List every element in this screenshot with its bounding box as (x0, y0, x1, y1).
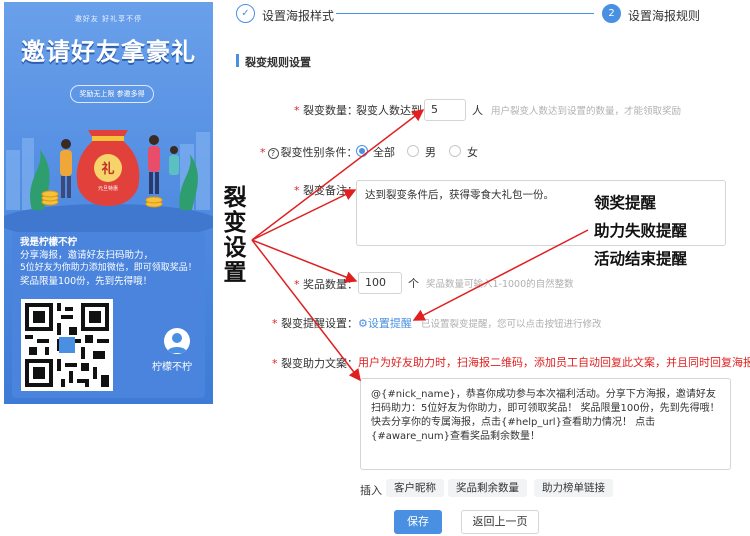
bag-char: 礼 (101, 161, 114, 177)
step-label-2[interactable]: 设置海报规则 (628, 7, 700, 24)
remark-label: * 裂变备注： (294, 184, 358, 197)
callout-claim-reminder: 领奖提醒 (594, 194, 657, 212)
help-text-note: 用户为好友助力时，扫海报二维码，添加员工自动回复此文案，并且同时回复海报 (358, 356, 750, 369)
reminder-hint: 已设置裂变提醒，您可以点击按钮进行修改 (421, 319, 602, 330)
fission-count-prefix: 裂变人数达到 (356, 104, 422, 117)
help-text-textarea[interactable]: @{#nick_name}，恭喜你成功参与本次福利活动。分享下方海报，邀请好友扫… (360, 378, 731, 470)
poster-desc-line: 奖品限量100份，先到先得哦！ (20, 276, 153, 287)
step-2-icon: 2 (602, 4, 621, 23)
help-text-label: * 裂变助力文案： (272, 357, 358, 370)
gender-radio-all[interactable] (356, 145, 368, 157)
poster-nickname: 柠檬不柠 (152, 362, 192, 373)
poster-illustration: 礼 元旦特惠 (4, 130, 213, 232)
back-button[interactable]: 返回上一页 (461, 510, 539, 534)
insert-tag-leaderboard-link[interactable]: 助力榜单链接 (534, 479, 613, 497)
prize-count-input[interactable]: 100 (358, 272, 402, 294)
poster-preview: 邀好友 好礼享不停 邀请好友拿豪礼 奖励无上限 参邀多得 礼 元旦特惠 我是柠檬… (4, 2, 213, 404)
poster-desc-line: 5位好友为你助力添加微信，即可领取奖品！ (20, 263, 197, 273)
section-marker (236, 54, 239, 67)
step-indicator: ✓ 设置海报样式 2 设置海报规则 (236, 3, 706, 27)
callout-event-end-reminder: 活动结束提醒 (594, 250, 688, 268)
qr-code (21, 299, 113, 391)
prize-count-label: * 奖品数量： (294, 278, 358, 291)
poster-desc-line: 我是柠檬不柠 (20, 237, 78, 248)
callout-assist-fail-reminder: 助力失败提醒 (594, 222, 688, 240)
fission-count-hint: 用户裂变人数达到设置的数量，才能领取奖励 (491, 106, 682, 117)
prize-count-hint: 奖品数量可输入1-1000的自然整数 (426, 279, 574, 290)
fission-count-unit: 人 (472, 104, 483, 117)
poster-headline: 邀请好友拿豪礼 (21, 38, 196, 66)
user-icon (167, 333, 187, 353)
step-label-1[interactable]: 设置海报样式 (262, 7, 334, 24)
avatar (164, 328, 190, 354)
insert-tag-nickname[interactable]: 客户昵称 (386, 479, 444, 497)
arrow-to-prize-count (251, 239, 358, 283)
step-done-icon: ✓ (236, 4, 255, 23)
gender-option-male: 男 (425, 146, 436, 159)
save-button[interactable]: 保存 (394, 510, 442, 534)
settings-icon: ⚙ (358, 317, 368, 330)
gender-option-all: 全部 (373, 146, 395, 159)
prize-count-unit: 个 (408, 277, 419, 290)
gender-radio-female[interactable] (449, 145, 461, 157)
poster-tagline: 邀好友 好礼享不停 (74, 15, 143, 23)
poster-pill: 奖励无上限 参邀多得 (70, 85, 154, 103)
annotation-big-label: 裂变设置 (223, 185, 247, 286)
poster-description: 我是柠檬不柠 分享海报，邀请好友扫码助力， 5位好友为你助力添加微信，即可领取奖… (20, 236, 205, 288)
fission-count-label: * 裂变数量： (294, 104, 358, 117)
set-reminder-link[interactable]: ⚙设置提醒 (358, 315, 412, 331)
section-title: 裂变规则设置 (245, 56, 311, 69)
help-icon[interactable]: ? (267, 148, 279, 159)
step-connector (336, 13, 594, 14)
gender-radio-male[interactable] (407, 145, 419, 157)
qr-code-pattern (25, 303, 109, 387)
insert-label: 插入 (360, 484, 382, 497)
poster-desc-line: 分享海报，邀请好友扫码助力， (20, 250, 154, 261)
bag-sub: 元旦特惠 (98, 185, 118, 192)
reminder-label: * 裂变提醒设置： (272, 317, 358, 330)
insert-tag-prize-remaining[interactable]: 奖品剩余数量 (448, 479, 527, 497)
gender-label: *? 裂变性别条件： (260, 146, 358, 159)
fission-count-input[interactable]: 5 (424, 99, 466, 121)
gender-option-female: 女 (467, 146, 478, 159)
